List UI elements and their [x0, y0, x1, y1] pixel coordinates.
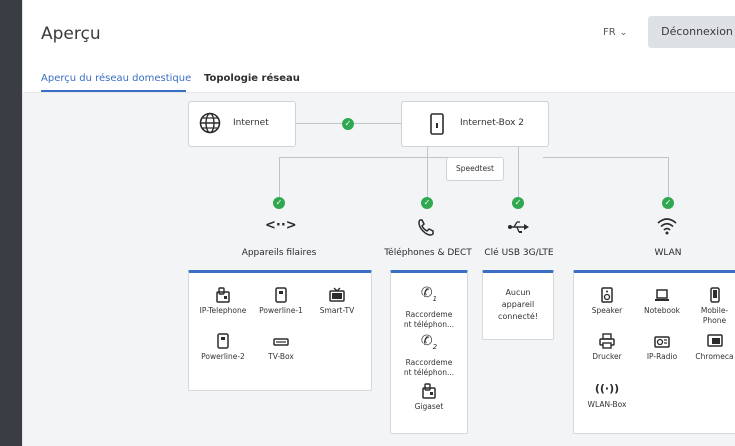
- laptop-icon: [655, 289, 669, 301]
- usb-icon: [508, 221, 529, 233]
- powerline-icon: [275, 287, 287, 303]
- globe-icon: [199, 112, 221, 134]
- language-value: FR: [603, 27, 616, 38]
- device-item[interactable]: Mobile- Phone: [692, 287, 735, 326]
- device-box-icon: [430, 113, 444, 135]
- device-label: IP-Telephone: [199, 306, 247, 315]
- phone-icon: [418, 219, 434, 236]
- topology-canvas: Internet ✓ Internet-Box 2 Speedtest ✓ ✓ …: [23, 93, 735, 446]
- check-icon: ✓: [662, 197, 674, 209]
- device-label: WLAN-Box: [587, 400, 627, 409]
- device-item[interactable]: Gigaset: [399, 383, 459, 412]
- internet-box-label: Internet-Box 2: [460, 118, 524, 128]
- category-phones-label: Téléphones & DECT: [384, 248, 472, 258]
- printer-icon: [599, 333, 615, 349]
- device-item[interactable]: ✆2 Raccordeme nt téléphon...: [399, 333, 459, 378]
- radio-icon: [654, 336, 670, 348]
- device-label: Smart-TV: [319, 306, 355, 315]
- tv-box-icon: [273, 338, 289, 346]
- device-item[interactable]: Notebook: [632, 287, 692, 316]
- no-device-line: Aucun: [505, 288, 531, 297]
- usb-devices-panel: Aucun appareil connecté!: [482, 270, 554, 340]
- internet-node[interactable]: Internet: [188, 101, 296, 147]
- category-wlan-label: WLAN: [654, 248, 682, 258]
- internet-label: Internet: [233, 118, 269, 128]
- device-item[interactable]: Smart-TV: [307, 287, 367, 316]
- wired-devices-panel: IP-Telephone Powerline-1 Smart-TV Powerl…: [188, 270, 372, 391]
- phone-devices-panel: ✆1 Raccordeme nt téléphon... ✆2 Raccorde…: [390, 270, 468, 434]
- check-icon: ✓: [342, 118, 354, 130]
- dect-phone-icon: [422, 383, 436, 399]
- active-tab-indicator: [41, 90, 186, 92]
- device-item[interactable]: Powerline-1: [251, 287, 311, 316]
- connector-line: [518, 145, 519, 197]
- phone-line-1-icon: ✆1: [420, 285, 438, 303]
- language-selector[interactable]: FR ⌄: [603, 27, 627, 38]
- device-label: Phone: [702, 316, 727, 325]
- category-wired-label: Appareils filaires: [241, 248, 317, 258]
- tab-network-topology[interactable]: Topologie réseau: [204, 73, 300, 84]
- check-icon: ✓: [512, 197, 524, 209]
- device-label: TV-Box: [268, 352, 294, 361]
- logout-button[interactable]: Déconnexion: [648, 16, 735, 48]
- speaker-icon: [601, 287, 613, 303]
- device-label: Speaker: [591, 306, 623, 315]
- device-label: Drucker: [592, 352, 622, 361]
- device-label-line: nt téléphon...: [403, 319, 455, 329]
- tv-icon: [329, 287, 345, 302]
- category-usb-label: Clé USB 3G/LTE: [484, 248, 554, 258]
- desk-phone-icon: [216, 287, 230, 303]
- connector-line: [279, 157, 280, 197]
- device-label: Chromeca: [695, 352, 734, 361]
- wifi-icon: [657, 218, 677, 235]
- tab-network-overview[interactable]: Aperçu du réseau domestique: [41, 73, 191, 84]
- device-label: IP-Radio: [646, 352, 678, 361]
- wireless-signal-icon: ((·)): [594, 382, 620, 395]
- device-label-line: Raccordeme: [405, 309, 453, 319]
- check-icon: ✓: [421, 197, 433, 209]
- device-item[interactable]: ✆1 Raccordeme nt téléphon...: [399, 285, 459, 330]
- device-item[interactable]: TV-Box: [251, 333, 311, 362]
- device-label: Gigaset: [414, 402, 444, 411]
- internet-box-node[interactable]: Internet-Box 2: [401, 101, 549, 147]
- check-icon: ✓: [273, 197, 285, 209]
- cast-icon: [706, 334, 723, 347]
- connector-line: [543, 157, 668, 158]
- no-device-line: appareil: [501, 300, 535, 309]
- connector-line: [427, 145, 428, 197]
- wired-network-icon: <··>: [265, 218, 297, 233]
- header: Aperçu FR ⌄ Déconnexion: [23, 0, 735, 60]
- no-device-line: connecté!: [497, 312, 539, 321]
- device-item[interactable]: Drucker: [577, 333, 637, 362]
- connector-line: [279, 157, 449, 158]
- no-device-message: Aucun appareil connecté!: [483, 287, 553, 323]
- device-label-line: Raccordeme: [405, 357, 453, 367]
- connector-line: [668, 157, 669, 197]
- powerline-icon: [217, 333, 229, 349]
- device-item[interactable]: Speaker: [577, 287, 637, 316]
- phone-line-2-icon: ✆2: [420, 333, 438, 351]
- speedtest-label: Speedtest: [456, 164, 494, 173]
- page-title: Aperçu: [41, 24, 101, 44]
- device-label: Powerline-1: [259, 306, 303, 315]
- tab-bar: Aperçu du réseau domestique Topologie ré…: [23, 66, 735, 93]
- device-label: Mobile-: [700, 306, 729, 315]
- wlan-devices-panel: Speaker Notebook Mobile- Phone Drucker I…: [573, 270, 735, 434]
- device-label-line: nt téléphon...: [403, 367, 455, 377]
- device-item[interactable]: Powerline-2: [193, 333, 253, 362]
- device-item[interactable]: IP-Radio: [632, 333, 692, 362]
- main-window: Aperçu FR ⌄ Déconnexion Aperçu du réseau …: [22, 0, 735, 446]
- device-item[interactable]: IP-Telephone: [193, 287, 253, 316]
- device-item[interactable]: ((·)) WLAN-Box: [577, 381, 637, 410]
- chevron-down-icon: ⌄: [619, 28, 628, 38]
- device-label: Powerline-2: [201, 352, 245, 361]
- speedtest-button[interactable]: Speedtest: [446, 157, 504, 181]
- mobile-phone-icon: [709, 287, 720, 303]
- device-label: Notebook: [643, 306, 681, 315]
- device-item[interactable]: Chromeca: [692, 333, 735, 362]
